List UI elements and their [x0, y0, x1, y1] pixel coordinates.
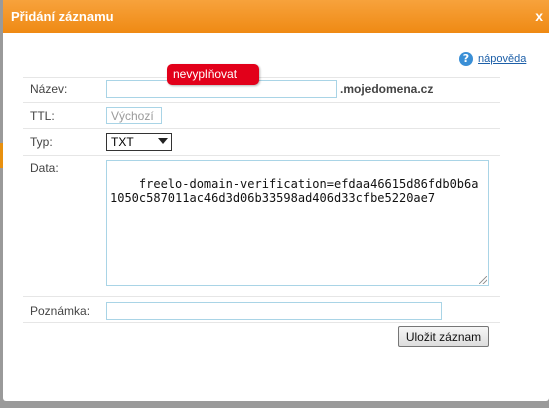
data-label: Data:: [30, 161, 59, 175]
ttl-input[interactable]: [106, 107, 162, 124]
divider: [23, 322, 500, 323]
note-label: Poznámka:: [30, 304, 91, 318]
validation-tooltip: nevyplňovat: [167, 64, 259, 85]
domain-suffix: .mojedomena.cz: [340, 82, 434, 96]
save-record-button[interactable]: Uložit záznam: [398, 326, 489, 347]
ttl-label: TTL:: [30, 109, 55, 123]
type-label: Typ:: [30, 135, 53, 149]
divider: [23, 128, 500, 129]
add-record-dialog: Přidání záznamu x ? nápověda Název: .moj…: [3, 0, 549, 401]
chevron-down-icon: [158, 138, 168, 144]
divider: [23, 155, 500, 156]
help-link-label[interactable]: nápověda: [478, 53, 526, 65]
help-icon: ?: [459, 52, 473, 66]
dialog-title: Přidání záznamu: [11, 9, 114, 24]
close-button[interactable]: x: [535, 8, 543, 24]
name-label: Název:: [30, 82, 68, 96]
divider: [23, 77, 500, 78]
note-input[interactable]: [106, 302, 442, 320]
type-select-value: TXT: [111, 135, 134, 149]
help-link[interactable]: ? nápověda: [459, 52, 526, 66]
dialog-titlebar: Přidání záznamu x: [3, 0, 549, 33]
divider: [23, 102, 500, 103]
data-textarea[interactable]: freelo-domain-verification=efdaa46615d86…: [106, 160, 489, 286]
type-select[interactable]: TXT: [106, 133, 172, 151]
divider: [23, 296, 500, 297]
resize-handle-icon[interactable]: [479, 276, 487, 284]
data-textarea-value: freelo-domain-verification=efdaa46615d86…: [110, 177, 479, 205]
